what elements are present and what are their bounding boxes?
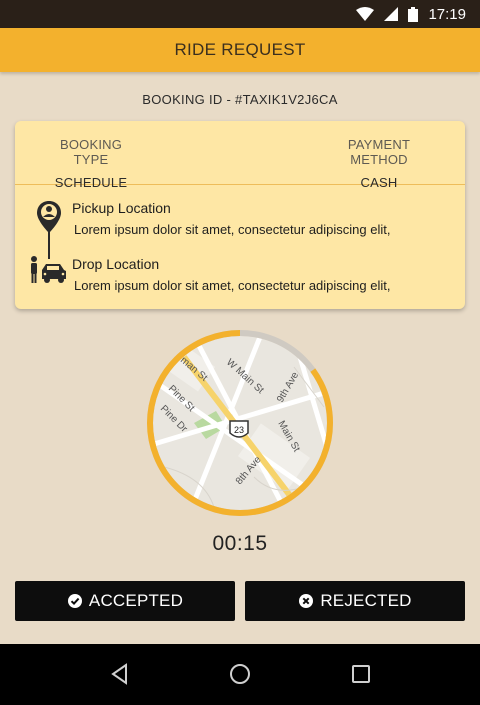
home-icon[interactable] (229, 663, 251, 685)
booking-type-value: SCHEDULE (54, 175, 128, 190)
battery-icon (408, 6, 419, 22)
wifi-icon (356, 7, 375, 21)
map-timer: 23 man St W Main St 9th Ave Pine St Pine… (144, 327, 336, 519)
reject-label: REJECTED (320, 591, 412, 610)
payment-method-value: CASH (360, 175, 398, 190)
reject-button[interactable]: REJECTED (245, 581, 465, 621)
payment-method-block: PAYMENT METHOD CASH (319, 137, 439, 190)
system-nav-bar (0, 644, 480, 705)
app-bar: RIDE REQUEST (0, 28, 480, 72)
signal-icon (384, 7, 399, 21)
accept-button[interactable]: ACCEPTED (15, 581, 235, 621)
booking-type-block: BOOKING TYPE SCHEDULE (43, 137, 139, 190)
route-shield-icon: 23 (229, 420, 249, 438)
route-shield-label: 23 (234, 425, 244, 435)
check-circle-icon (67, 594, 82, 608)
pickup-title: Pickup Location (72, 200, 171, 216)
pickup-pin-icon (37, 201, 61, 233)
route-connector (48, 231, 50, 259)
accept-label: ACCEPTED (88, 591, 184, 610)
booking-card: BOOKING TYPE SCHEDULE PAYMENT METHOD CAS… (15, 121, 465, 309)
map-svg: 23 man St W Main St 9th Ave Pine St Pine… (147, 330, 333, 516)
payment-method-label: PAYMENT METHOD (347, 137, 411, 167)
back-icon[interactable] (110, 663, 130, 685)
map-image: 23 man St W Main St 9th Ave Pine St Pine… (153, 336, 327, 510)
pickup-address: Lorem ipsum dolor sit amet, consectetur … (74, 222, 391, 237)
booking-id: BOOKING ID - #TAXIK1V2J6CA (142, 92, 338, 107)
recents-icon[interactable] (351, 663, 371, 685)
status-time: 17:19 (428, 5, 466, 23)
booking-type-label: BOOKING TYPE (59, 137, 123, 167)
close-circle-icon (299, 594, 314, 608)
countdown-timer: 00:15 (212, 532, 268, 555)
page-title: RIDE REQUEST (174, 40, 306, 59)
person-car-icon (31, 256, 66, 283)
status-bar: 17:19 (0, 0, 480, 28)
drop-title: Drop Location (72, 256, 160, 272)
booking-info-row: BOOKING TYPE SCHEDULE PAYMENT METHOD CAS… (15, 121, 465, 190)
drop-address: Lorem ipsum dolor sit amet, consectetur … (74, 278, 391, 293)
